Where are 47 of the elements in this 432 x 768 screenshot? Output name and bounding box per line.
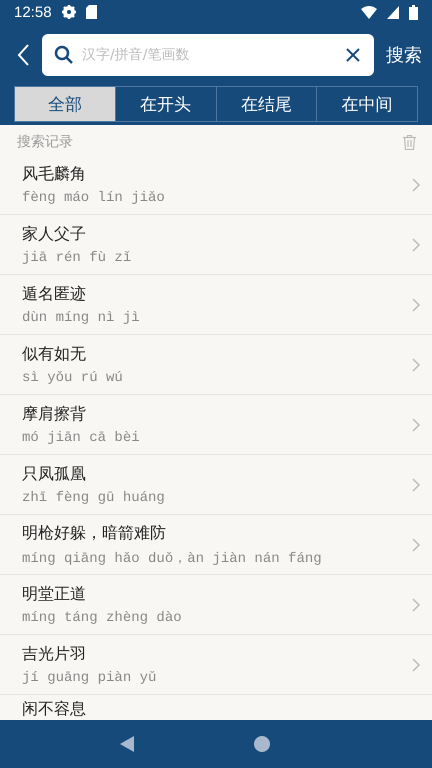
idiom-title: 明枪好躲，暗箭难防 bbox=[22, 522, 167, 544]
idiom-pinyin: mó jiān cā bèi bbox=[22, 430, 141, 446]
back-icon[interactable] bbox=[16, 43, 30, 67]
idiom-pinyin: dùn míng nì jì bbox=[22, 310, 141, 326]
signal-icon bbox=[387, 6, 399, 18]
filter-tab[interactable]: 在开头 bbox=[114, 87, 216, 121]
search-icon bbox=[54, 45, 74, 65]
back-nav-icon[interactable] bbox=[120, 736, 134, 752]
idiom-title: 遁名匿迹 bbox=[22, 284, 87, 304]
idiom-pinyin: jiā rén fù zǐ bbox=[22, 250, 132, 266]
section-title: 搜索记录 bbox=[17, 133, 73, 151]
clear-icon[interactable] bbox=[346, 48, 360, 62]
idiom-title: 吉光片羽 bbox=[22, 644, 87, 664]
chevron-icon[interactable] bbox=[412, 538, 420, 552]
chevron-icon[interactable] bbox=[412, 478, 420, 492]
search-field[interactable]: 汉字/拼音/笔画数 bbox=[42, 34, 374, 76]
chevron-icon[interactable] bbox=[412, 658, 420, 672]
filter-tab[interactable]: 在中间 bbox=[316, 87, 417, 121]
idiom-pinyin: fèng máo lín jiǎo bbox=[22, 190, 166, 206]
filter-tab[interactable]: 全部 bbox=[15, 87, 115, 121]
trash-icon[interactable] bbox=[403, 134, 416, 150]
idiom-title: 风毛麟角 bbox=[22, 164, 87, 184]
status-time: 12:58 bbox=[14, 4, 52, 20]
wifi-icon bbox=[361, 6, 377, 18]
idiom-title: 似有如无 bbox=[22, 344, 87, 364]
search-button[interactable]: 搜索 bbox=[386, 43, 422, 67]
settings-icon bbox=[62, 5, 76, 19]
battery-icon bbox=[409, 4, 418, 20]
idiom-pinyin: sì yǒu rú wú bbox=[22, 370, 124, 386]
chevron-icon[interactable] bbox=[412, 418, 420, 432]
idiom-pinyin: míng táng zhèng dào bbox=[22, 610, 183, 626]
chevron-icon[interactable] bbox=[412, 358, 420, 372]
sd-card-icon bbox=[86, 5, 97, 19]
chevron-icon[interactable] bbox=[412, 298, 420, 312]
chevron-icon[interactable] bbox=[412, 238, 420, 252]
idiom-title: 闲不容息 bbox=[22, 699, 86, 720]
idiom-pinyin: zhī fèng gū huáng bbox=[22, 490, 166, 506]
filter-tab[interactable]: 在结尾 bbox=[216, 87, 316, 121]
idiom-pinyin: míng qiāng hǎo duǒ，àn jiàn nán fáng bbox=[22, 550, 323, 566]
idiom-title: 只凤孤凰 bbox=[22, 464, 87, 484]
idiom-title: 明堂正道 bbox=[22, 584, 87, 604]
chevron-icon[interactable] bbox=[412, 178, 420, 192]
chevron-icon[interactable] bbox=[412, 598, 420, 612]
idiom-title: 摩肩擦背 bbox=[22, 404, 87, 424]
home-icon[interactable] bbox=[254, 736, 270, 752]
idiom-pinyin: jí guāng piàn yǔ bbox=[22, 670, 158, 686]
idiom-title: 家人父子 bbox=[22, 224, 87, 244]
